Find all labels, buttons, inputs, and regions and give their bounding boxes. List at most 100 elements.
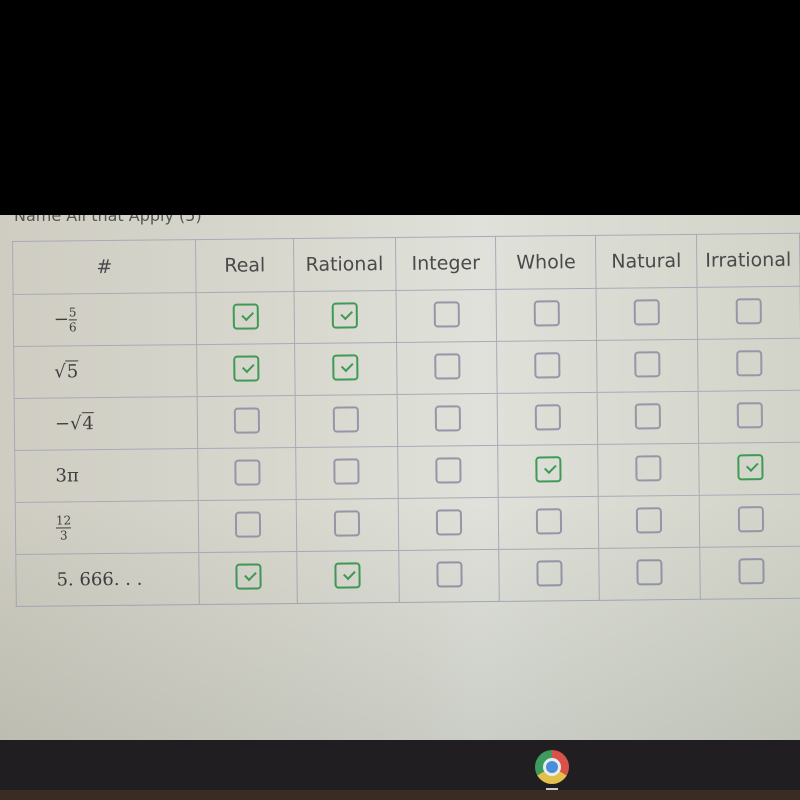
sign: −: [54, 413, 71, 435]
checkbox-cell: [598, 495, 700, 549]
checkbox-irrational[interactable]: [736, 401, 764, 428]
checkbox-cell: [199, 551, 298, 605]
checkbox-integer[interactable]: [433, 300, 460, 328]
checkbox-cell: [295, 446, 398, 500]
checkbox-cell: [698, 442, 800, 496]
sqrt-icon: √: [54, 361, 66, 383]
checkbox-irrational[interactable]: [736, 349, 763, 376]
checkbox-cell: [294, 394, 398, 448]
checkbox-cell: [294, 342, 397, 396]
checkbox-natural[interactable]: [636, 558, 663, 585]
checkbox-whole[interactable]: [535, 455, 562, 483]
number-cell: 12 3: [15, 500, 200, 555]
numerator: 12: [55, 513, 72, 528]
table-row: −√4: [14, 390, 800, 451]
checkbox-cell: [196, 343, 295, 397]
denominator: 6: [68, 320, 77, 335]
column-header-whole: Whole: [495, 235, 597, 290]
page-title: Name All that Apply (5): [14, 215, 202, 225]
checkbox-cell: [496, 288, 597, 342]
checkbox-cell: [197, 395, 296, 449]
table-row: 12 3: [15, 494, 800, 555]
fraction: 12 3: [55, 513, 72, 543]
checkbox-rational[interactable]: [333, 457, 360, 485]
column-header-natural: Natural: [595, 234, 698, 289]
radicand: 4: [81, 412, 95, 435]
checkbox-cell: [397, 497, 500, 551]
checkbox-cell: [396, 341, 498, 395]
checkbox-cell: [596, 287, 698, 341]
checkbox-whole[interactable]: [533, 299, 560, 327]
monitor-edge: [0, 790, 800, 800]
checkbox-real[interactable]: [233, 458, 261, 486]
checkbox-natural[interactable]: [635, 454, 662, 481]
checkbox-cell: [293, 290, 397, 344]
taskbar: [0, 740, 800, 790]
checkbox-irrational[interactable]: [737, 505, 765, 532]
radicand: 5: [65, 360, 79, 383]
checkbox-cell: [296, 550, 399, 604]
checkbox-cell: [498, 444, 599, 498]
checkbox-cell: [395, 289, 497, 343]
checkbox-rational[interactable]: [331, 301, 359, 329]
checkbox-integer[interactable]: [434, 404, 461, 432]
checkbox-integer[interactable]: [435, 560, 463, 588]
checkbox-cell: [499, 548, 600, 602]
checkbox-cell: [697, 286, 800, 340]
table-body: −5 6 √5 −√4 3π 12 3 5. 666. . .: [13, 286, 800, 607]
number-cell: −5 6: [13, 292, 197, 347]
fraction: 56: [68, 305, 77, 335]
checkbox-integer[interactable]: [433, 352, 460, 380]
checkbox-whole[interactable]: [534, 403, 561, 431]
checkbox-whole[interactable]: [535, 507, 562, 535]
checkbox-cell: [697, 338, 800, 392]
chrome-icon[interactable]: [535, 750, 569, 784]
header-row: # Real Rational Integer Whole Natural Irration…: [12, 233, 800, 295]
number-text: 3π: [55, 465, 79, 487]
checkbox-cell: [597, 391, 699, 445]
column-header-irrational: Irrational: [696, 233, 800, 288]
number-cell: 3π: [14, 448, 199, 503]
checkbox-cell: [498, 496, 599, 550]
checkbox-cell: [597, 443, 700, 497]
checkbox-whole[interactable]: [536, 559, 563, 587]
checkbox-real[interactable]: [232, 354, 259, 382]
sqrt-icon: √: [69, 413, 82, 435]
checkbox-rational[interactable]: [332, 405, 360, 433]
denominator: 3: [59, 528, 68, 543]
checkbox-natural[interactable]: [635, 506, 663, 533]
classification-table: # Real Rational Integer Whole Natural Irration…: [12, 233, 800, 607]
checkbox-integer[interactable]: [434, 456, 462, 484]
checkbox-real[interactable]: [232, 302, 259, 330]
checkbox-natural[interactable]: [634, 350, 661, 377]
checkbox-irrational[interactable]: [737, 453, 764, 480]
checkbox-cell: [698, 390, 800, 444]
number-cell: −√4: [14, 396, 198, 451]
checkbox-rational[interactable]: [334, 561, 361, 589]
column-header-real: Real: [195, 238, 294, 293]
checkbox-irrational[interactable]: [738, 557, 765, 584]
column-header-integer: Integer: [395, 236, 497, 291]
checkbox-real[interactable]: [234, 562, 262, 590]
column-header-rational: Rational: [293, 237, 396, 292]
checkbox-real[interactable]: [234, 510, 261, 538]
checkbox-natural[interactable]: [634, 402, 662, 429]
checkbox-cell: [398, 549, 500, 603]
camera-bezel: [0, 0, 800, 215]
column-header-number: #: [12, 239, 197, 295]
checkbox-cell: [396, 393, 499, 447]
table-row: 3π: [14, 442, 800, 503]
table-row: 5. 666. . .: [15, 546, 800, 607]
checkbox-rational[interactable]: [334, 509, 361, 537]
checkbox-rational[interactable]: [332, 353, 359, 381]
checkbox-natural[interactable]: [633, 298, 661, 325]
number-text: 5. 666. . .: [56, 568, 143, 591]
checkbox-cell: [497, 392, 598, 446]
checkbox-cell: [198, 499, 297, 553]
checkbox-integer[interactable]: [435, 508, 462, 536]
checkbox-real[interactable]: [233, 406, 260, 434]
checkbox-cell: [598, 547, 701, 601]
checkbox-irrational[interactable]: [735, 297, 762, 324]
checkbox-cell: [295, 498, 399, 552]
checkbox-cell: [197, 447, 296, 501]
